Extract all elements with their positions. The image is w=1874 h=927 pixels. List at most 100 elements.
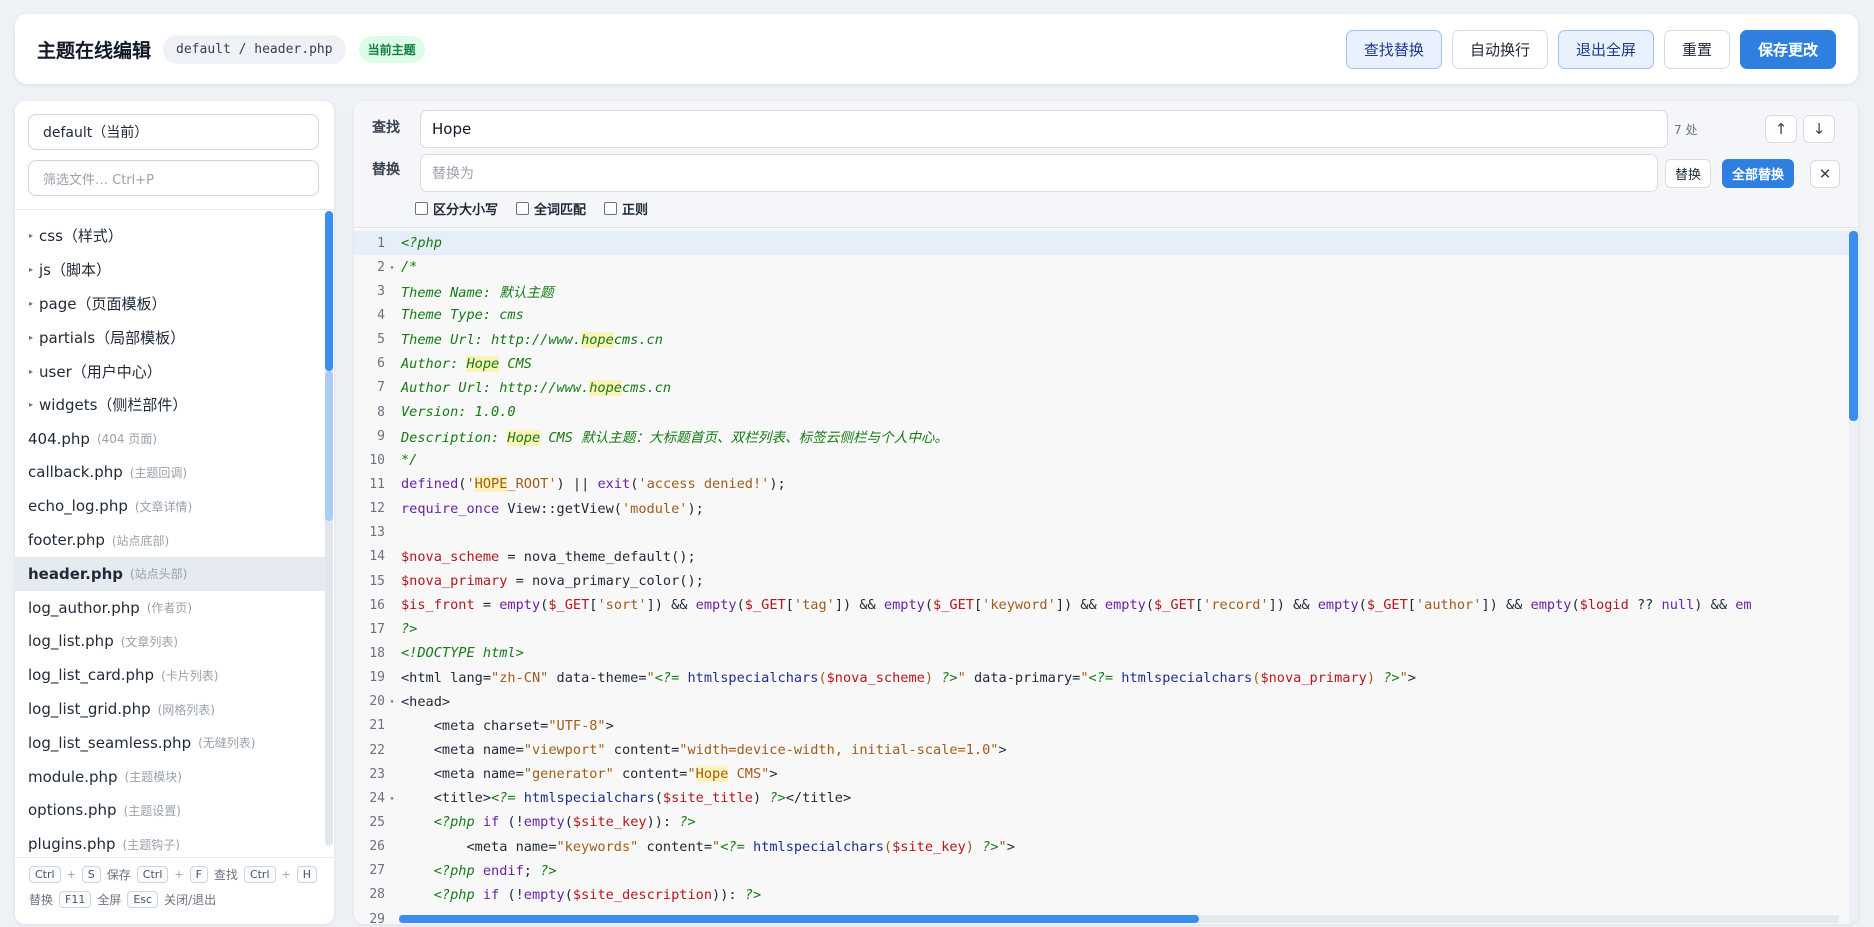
- close-findbar-button[interactable]: ✕: [1810, 160, 1840, 188]
- folder-item[interactable]: ▸ user（用户中心）: [15, 354, 327, 388]
- code-line[interactable]: 1 <?php: [354, 231, 1858, 256]
- code-line[interactable]: 16 $is_front = empty($_GET['sort']) && em…: [354, 593, 1858, 617]
- line-number: 2: [377, 259, 385, 275]
- code-line[interactable]: 19 <html lang="zh-CN" data-theme="<?= htm…: [354, 666, 1858, 690]
- code-line[interactable]: 23 <meta name="generator" content="Hope …: [354, 762, 1858, 786]
- file-item[interactable]: log_list.php (文章列表): [15, 625, 327, 659]
- code-line[interactable]: 25 <?php if (!empty($site_key)): ?>: [354, 810, 1858, 834]
- caret-right-icon: ▸: [29, 400, 34, 410]
- code-line[interactable]: 27 <?php endif; ?>: [354, 859, 1858, 883]
- file-name: footer.php: [28, 531, 105, 550]
- line-number: 29: [369, 911, 385, 925]
- file-item[interactable]: log_list_seamless.php (无缝列表): [15, 726, 327, 760]
- kbd-ctrl: Ctrl: [29, 866, 61, 883]
- code-line[interactable]: 7 Author Url: http://www.hopecms.cn: [354, 376, 1858, 400]
- whole-word-option[interactable]: 全词匹配: [516, 199, 586, 218]
- code-line[interactable]: 22 <meta name="viewport" content="width=…: [354, 738, 1858, 762]
- code-line[interactable]: 6 Author: Hope CMS: [354, 352, 1858, 376]
- file-item[interactable]: log_author.php (作者页): [15, 591, 327, 625]
- code-text: $nova_primary = nova_primary_color();: [401, 573, 704, 590]
- code-line[interactable]: 13: [354, 521, 1858, 545]
- folder-item[interactable]: ▸ page（页面模板）: [15, 287, 327, 321]
- code-text: <html lang="zh-CN" data-theme="<?= htmls…: [401, 669, 1416, 686]
- save-button[interactable]: 保存更改: [1739, 29, 1836, 69]
- whole-word-label: 全词匹配: [534, 203, 587, 218]
- reset-button[interactable]: 重置: [1663, 29, 1730, 69]
- code-text: <!DOCTYPE html>: [401, 645, 524, 662]
- next-match-button[interactable]: ↓: [1803, 115, 1835, 143]
- regex-option[interactable]: 正则: [604, 199, 648, 218]
- file-item[interactable]: log_list_grid.php (网格列表): [15, 692, 327, 726]
- file-filter-input[interactable]: 筛选文件… Ctrl+P: [28, 160, 319, 196]
- code-line[interactable]: 26 <meta name="keywords" content="<?= ht…: [354, 835, 1858, 859]
- file-item[interactable]: 404.php (404 页面): [15, 422, 327, 456]
- file-item[interactable]: footer.php (站点底部): [15, 523, 327, 557]
- code-line[interactable]: 21 <meta charset="UTF-8">: [354, 714, 1858, 738]
- code-editor[interactable]: 1 <?php 2 ▾/* 3 Theme Name: 默认主题 4 Theme Type: …: [354, 229, 1858, 924]
- editor-vertical-scrollbar[interactable]: [1849, 229, 1858, 924]
- file-hint: (主题设置): [123, 803, 181, 818]
- code-line[interactable]: 14 $nova_scheme = nova_theme_default();: [354, 545, 1858, 569]
- code-line[interactable]: 11 defined('HOPE_ROOT') || exit('access d…: [354, 472, 1858, 496]
- code-line[interactable]: 24 ▾ <title><?= htmlspecialchars($site_ti…: [354, 786, 1858, 810]
- file-item[interactable]: module.php (主题模块): [15, 760, 327, 794]
- line-number: 19: [369, 670, 385, 686]
- file-item[interactable]: header.php (站点头部): [15, 556, 327, 591]
- whole-word-checkbox[interactable]: [516, 202, 530, 215]
- code-line[interactable]: 17 ?>: [354, 617, 1858, 641]
- replace-label: 替换: [372, 162, 400, 178]
- regex-checkbox[interactable]: [604, 202, 618, 215]
- code-line[interactable]: 15 $nova_primary = nova_primary_color();: [354, 569, 1858, 593]
- case-sensitive-checkbox[interactable]: [415, 202, 428, 215]
- sidebar-scrollbar-thumb[interactable]: [325, 211, 333, 371]
- find-input[interactable]: Hope: [420, 110, 1668, 148]
- code-line[interactable]: 3 Theme Name: 默认主题: [354, 279, 1858, 303]
- code-line[interactable]: 20 ▾ <head>: [354, 690, 1858, 714]
- sidebar-scrollbar[interactable]: [325, 211, 333, 846]
- folder-item[interactable]: ▸ css（样式）: [15, 219, 327, 253]
- case-sensitive-option[interactable]: 区分大小写: [415, 199, 498, 218]
- file-item[interactable]: log_list_card.php (卡片列表): [15, 658, 327, 692]
- file-item[interactable]: options.php (主题设置): [15, 794, 327, 828]
- replace-input[interactable]: 替换为: [420, 154, 1658, 192]
- file-item[interactable]: callback.php (主题回调): [15, 456, 327, 490]
- code-line[interactable]: 4 Theme Type: cms: [354, 303, 1858, 327]
- editor-horizontal-scrollbar[interactable]: [399, 915, 1839, 923]
- code-line[interactable]: 2 ▾/*: [354, 255, 1858, 279]
- code-text: <?php if (!empty($site_description)): ?>: [433, 886, 762, 903]
- line-number: 21: [369, 718, 385, 734]
- file-hint: (网格列表): [157, 702, 215, 717]
- file-hint: (作者页): [146, 601, 193, 616]
- replace-all-button[interactable]: 全部替换: [1722, 159, 1795, 188]
- folder-item[interactable]: ▸ partials（局部模板）: [15, 320, 327, 354]
- editor-vertical-scrollbar-thumb[interactable]: [1849, 231, 1858, 421]
- line-number: 1: [377, 235, 385, 251]
- code-line[interactable]: 9 Description: Hope CMS 默认主题：大标题首页、双栏列表、标…: [354, 424, 1858, 448]
- file-hint: (无缝列表): [198, 736, 256, 751]
- code-line[interactable]: 18 <!DOCTYPE html>: [354, 641, 1858, 665]
- theme-select[interactable]: default（当前）: [28, 114, 319, 150]
- fold-chevron-icon[interactable]: ▾: [385, 794, 399, 803]
- code-line[interactable]: 10 */: [354, 448, 1858, 472]
- fold-chevron-icon[interactable]: ▾: [385, 263, 399, 272]
- folder-item[interactable]: ▸ widgets（侧栏部件）: [15, 388, 327, 422]
- folder-item[interactable]: ▸ js（脚本）: [15, 253, 327, 287]
- code-line[interactable]: 5 Theme Url: http://www.hopecms.cn: [354, 328, 1858, 352]
- code-line[interactable]: 8 Version: 1.0.0: [354, 400, 1858, 424]
- shortcut-close-label: 关闭/退出: [164, 893, 217, 907]
- prev-match-button[interactable]: ↑: [1765, 115, 1797, 143]
- word-wrap-button[interactable]: 自动换行: [1451, 29, 1548, 69]
- file-name: echo_log.php: [28, 497, 128, 516]
- search-options: 区分大小写 全词匹配 正则: [415, 199, 648, 218]
- file-name: log_author.php: [28, 598, 140, 617]
- code-line[interactable]: 28 <?php if (!empty($site_description)):…: [354, 883, 1858, 907]
- exit-fullscreen-button[interactable]: 退出全屏: [1557, 29, 1654, 69]
- file-item[interactable]: echo_log.php (文章详情): [15, 489, 327, 523]
- regex-label: 正则: [622, 203, 649, 218]
- find-replace-button[interactable]: 查找替换: [1345, 29, 1442, 69]
- fold-chevron-icon[interactable]: ▾: [385, 697, 399, 706]
- code-line[interactable]: 12 require_once View::getView('module');: [354, 497, 1858, 521]
- editor-panel: 查找 Hope 7 处 ↑ ↓ 替换 替换为 替换 全部替换 ✕ 区分大小写 全…: [354, 101, 1858, 924]
- editor-horizontal-scrollbar-thumb[interactable]: [399, 915, 1199, 923]
- replace-button[interactable]: 替换: [1665, 159, 1712, 188]
